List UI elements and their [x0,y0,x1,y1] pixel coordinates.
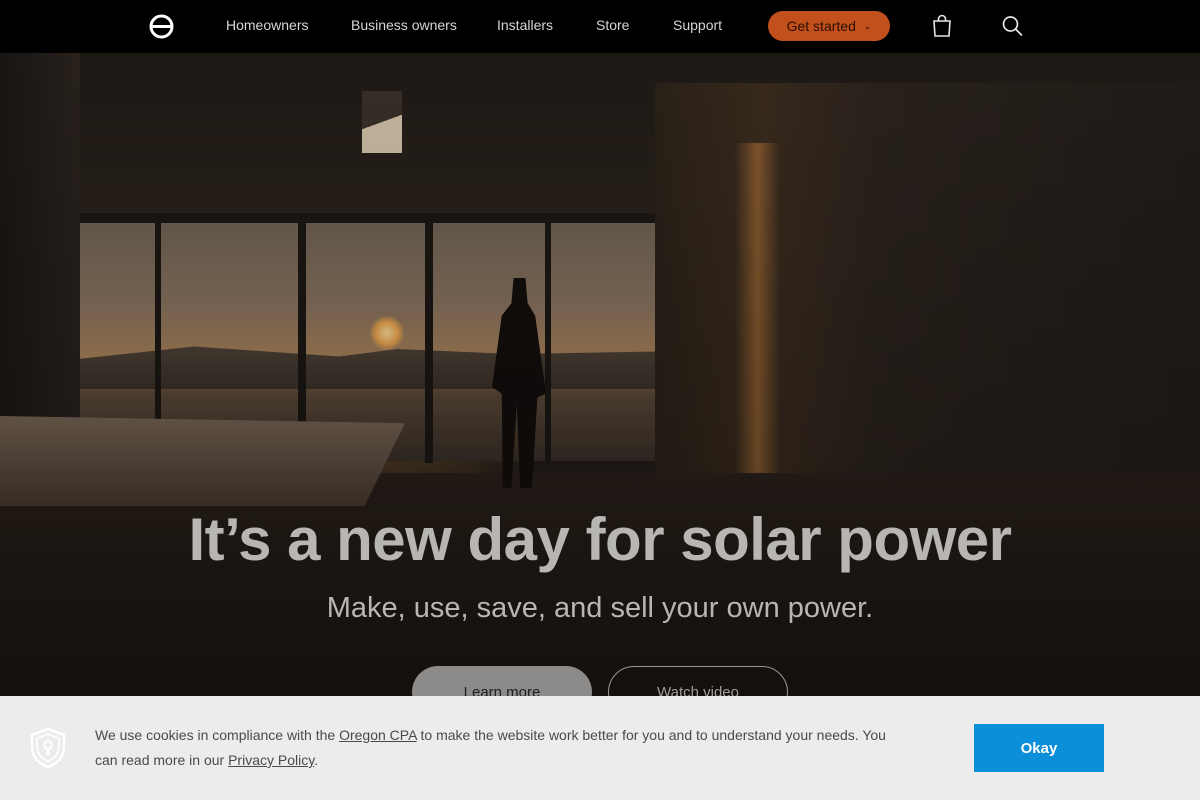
oregon-cpa-link[interactable]: Oregon CPA [339,727,417,743]
chevron-down-icon: ⌄ [863,20,872,31]
okay-button[interactable]: Okay [974,724,1104,772]
nav-link-homeowners[interactable]: Homeowners [226,17,308,33]
cookie-banner: We use cookies in compliance with the Or… [0,696,1200,800]
hero-title: It’s a new day for solar power [188,506,1012,573]
enphase-logo-icon[interactable] [148,13,175,40]
search-icon[interactable] [1001,14,1023,38]
nav-link-store[interactable]: Store [596,17,629,33]
cookie-message: We use cookies in compliance with the Or… [95,727,886,768]
shield-lock-icon [30,727,66,769]
hero-background-image [0,53,1200,800]
nav-link-business-owners[interactable]: Business owners [351,17,457,33]
nav-link-installers[interactable]: Installers [497,17,553,33]
page: Homeowners Business owners Installers St… [0,0,1200,800]
hero-subtitle: Make, use, save, and sell your own power… [326,592,874,624]
nav-link-support[interactable]: Support [673,17,722,33]
privacy-policy-link[interactable]: Privacy Policy [228,752,314,768]
get-started-button[interactable]: Get started ⌄ [768,11,890,41]
shopping-bag-icon[interactable] [931,14,953,38]
get-started-label: Get started [786,18,856,34]
top-navigation: Homeowners Business owners Installers St… [0,0,1200,53]
